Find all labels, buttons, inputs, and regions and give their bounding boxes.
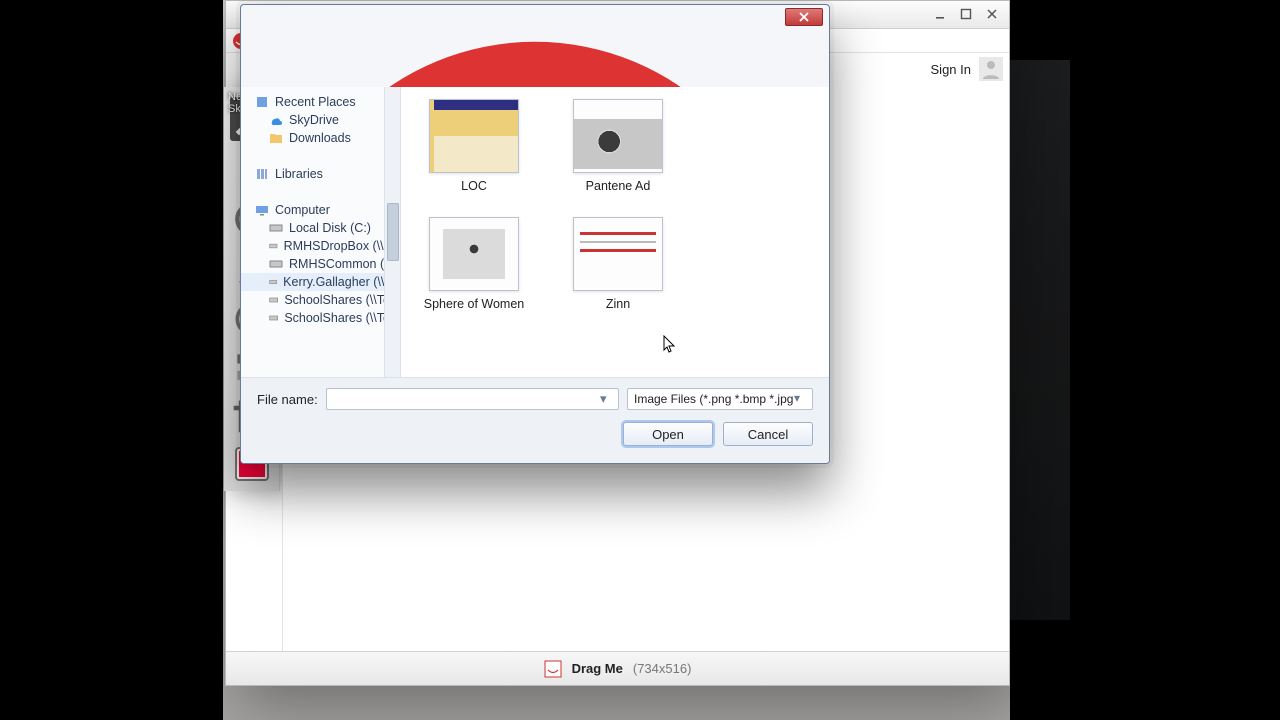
file-type-select[interactable]: Image Files (*.png *.bmp *.jpg ▾ (627, 388, 813, 410)
nav-recent-places[interactable]: Recent Places (241, 93, 400, 111)
close-button[interactable] (979, 5, 1005, 23)
nav-drive-5[interactable]: SchoolShares (\\Tcl (241, 309, 400, 327)
nav-scrollbar[interactable] (384, 87, 400, 377)
nav-drive-2[interactable]: RMHSCommon (\\ (241, 255, 400, 273)
nav-downloads[interactable]: Downloads (241, 129, 400, 147)
file-item[interactable]: LOC (419, 99, 529, 193)
status-bar: Drag Me (734x516) (226, 651, 1009, 685)
maximize-button[interactable] (953, 5, 979, 23)
file-label: Sphere of Women (424, 297, 525, 311)
open-image-dialog: Open Image « Unit ... ▸ Activity 8 - Wom… (240, 4, 830, 464)
file-pane[interactable]: LOC Pantene Ad Sphere of Women Zinn (401, 87, 829, 377)
dialog-close-button[interactable] (785, 8, 823, 26)
navigation-pane[interactable]: Recent Places SkyDrive Downloads Librari… (241, 87, 401, 377)
nav-drive-0[interactable]: Local Disk (C:) (241, 219, 400, 237)
drag-dimensions: (734x516) (633, 661, 692, 676)
file-name-input[interactable]: ▾ (326, 388, 619, 410)
file-item[interactable]: Zinn (563, 217, 673, 311)
mouse-cursor-icon (663, 335, 677, 355)
nav-skydrive[interactable]: SkyDrive (241, 111, 400, 129)
chevron-down-icon[interactable]: ▾ (794, 391, 810, 409)
drag-label[interactable]: Drag Me (572, 661, 623, 676)
nav-computer[interactable]: Computer (241, 201, 400, 219)
drag-handle-icon[interactable] (544, 660, 562, 678)
nav-libraries[interactable]: Libraries (241, 165, 400, 183)
chevron-down-icon[interactable]: ▾ (600, 391, 616, 409)
cancel-button[interactable]: Cancel (723, 422, 813, 446)
nav-drive-1[interactable]: RMHSDropBox (\\S (241, 237, 400, 255)
minimize-button[interactable] (927, 5, 953, 23)
file-name-label: File name: (257, 392, 318, 407)
nav-drive-3[interactable]: Kerry.Gallagher (\\T (241, 273, 400, 291)
file-label: Pantene Ad (586, 179, 651, 193)
file-label: LOC (461, 179, 487, 193)
file-item[interactable]: Pantene Ad (563, 99, 673, 193)
dialog-footer: File name: ▾ Image Files (*.png *.bmp *.… (241, 377, 829, 463)
file-label: Zinn (606, 297, 630, 311)
nav-drive-4[interactable]: SchoolShares (\\Tcl (241, 291, 400, 309)
open-button[interactable]: Open (623, 422, 713, 446)
file-item[interactable]: Sphere of Women (419, 217, 529, 311)
